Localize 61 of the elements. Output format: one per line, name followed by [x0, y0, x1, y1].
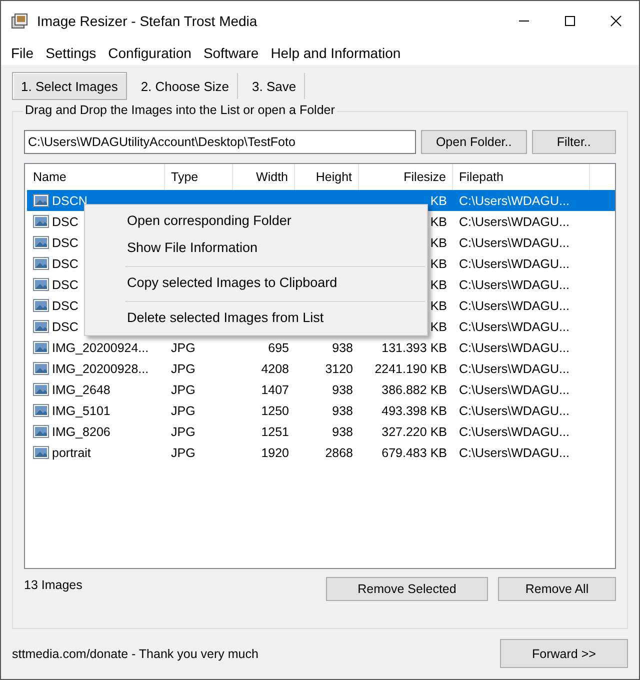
table-cell-text: 327.220 KB	[380, 424, 448, 440]
table-cell-text: C:\Users\WDAGU...	[458, 298, 570, 314]
window-title: Image Resizer - Stefan Trost Media	[37, 13, 258, 29]
file-name: DSC	[52, 278, 78, 292]
table-cell-text: C:\Users\WDAGU...	[458, 318, 570, 336]
table-cell-text: 2868	[324, 444, 354, 462]
file-name: portrait	[52, 446, 91, 460]
table-cell-text: JPG	[170, 444, 196, 462]
table-cell-text: 2241.190 KB	[374, 360, 448, 378]
table-cell-text: KB	[429, 298, 448, 314]
table-cell-text: 386.882 KB	[380, 382, 448, 398]
file-name: IMG_20200924...	[52, 340, 149, 354]
table-cell-text: JPG	[170, 360, 196, 378]
file-name: DSC	[52, 256, 78, 270]
table-cell-text: C:\Users\WDAGU...	[458, 360, 570, 378]
table-cell-text: KB	[429, 234, 448, 252]
group-title: Drag and Drop the Images into the List or open a Folder	[23, 103, 337, 117]
table-cell-text: 679.483 KB	[380, 444, 448, 462]
table-cell-text: C:\Users\WDAGU...	[458, 256, 570, 272]
file-name: DSC	[52, 214, 78, 228]
table-cell-text: KB	[429, 192, 448, 210]
table-cell-text: 1407	[260, 382, 290, 398]
file-name: IMG_5101	[52, 404, 110, 418]
table-cell-text: 1250	[260, 402, 290, 420]
table-cell-text: 1920	[260, 444, 290, 462]
table-cell-text: 4208	[260, 360, 290, 378]
table-cell-text: JPG	[170, 340, 196, 356]
table-cell-text: JPG	[170, 382, 196, 398]
table-cell-text: C:\Users\WDAGU...	[458, 382, 570, 398]
file-name: DSC	[52, 298, 78, 312]
table-cell-text: C:\Users\WDAGU...	[458, 424, 570, 440]
file-name: DSCN	[52, 194, 88, 208]
table-cell-text: C:\Users\WDAGU...	[458, 402, 570, 420]
table-cell-text: KB	[429, 256, 448, 272]
table-cell-text: 938	[331, 402, 354, 420]
table-cell-text: C:\Users\WDAGU...	[458, 234, 570, 252]
file-name: DSC	[52, 320, 78, 334]
table-cell-text: C:\Users\WDAGU...	[458, 444, 570, 462]
table-cell-text: 695	[267, 340, 290, 356]
table-cell-text: KB	[429, 214, 448, 230]
image-count: 13 Images	[24, 577, 84, 592]
table-cell-text: 131.393 KB	[380, 340, 448, 356]
table-cell-text: C:\Users\WDAGU...	[458, 276, 570, 294]
file-name: IMG_20200928...	[52, 362, 149, 376]
table-cell-text: KB	[429, 318, 448, 336]
table-cell-text: C:\Users\WDAGU...	[458, 192, 570, 210]
table-cell-text: 493.398 KB	[380, 402, 448, 420]
table-cell-text: KB	[429, 276, 448, 294]
donate-text: sttmedia.com/donate - Thank you very much	[12, 646, 258, 660]
table-cell-text: JPG	[170, 402, 196, 420]
file-name: IMG_8206	[52, 424, 110, 438]
table-cell-text: C:\Users\WDAGU...	[458, 214, 570, 230]
table-cell-text: 1251	[260, 424, 290, 440]
table-cell-text: 938	[331, 382, 354, 398]
table-cell-text: JPG	[170, 424, 196, 440]
file-name: DSC	[52, 236, 78, 250]
table-cell-text: 938	[331, 424, 354, 440]
table-cell-text: C:\Users\WDAGU...	[458, 340, 570, 356]
table-cell-text: 938	[331, 340, 354, 356]
file-name: IMG_2648	[52, 382, 110, 396]
table-cell-text: 3120	[324, 360, 354, 378]
